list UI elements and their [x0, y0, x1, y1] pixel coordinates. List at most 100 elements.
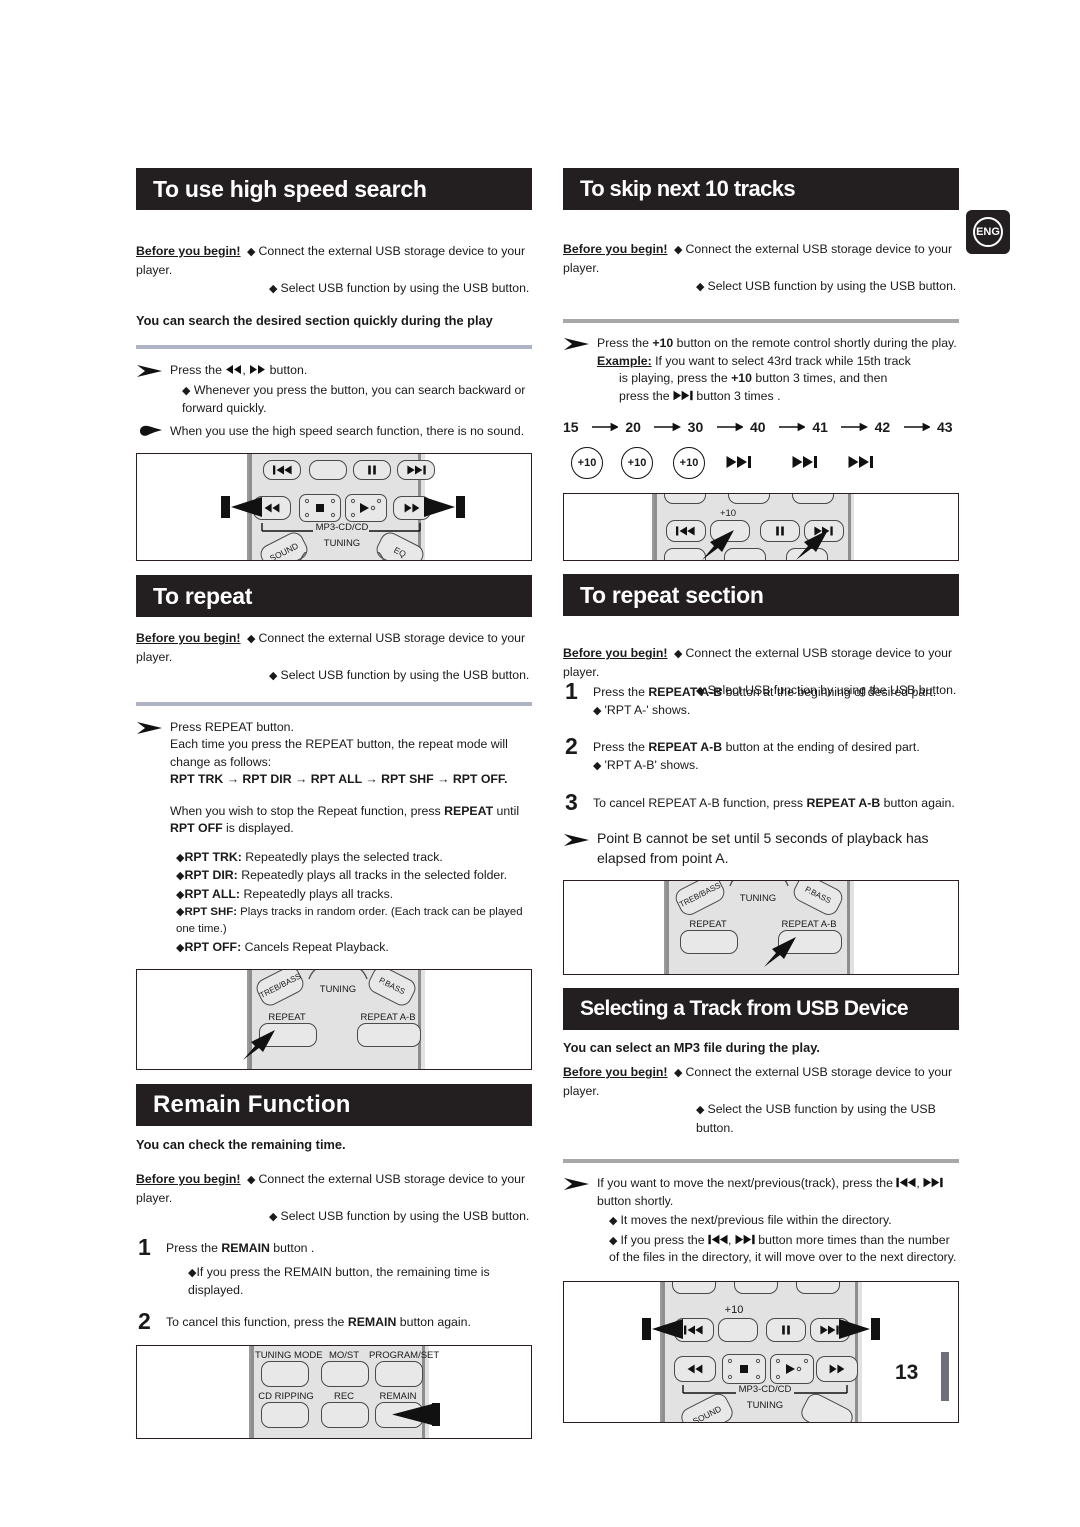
note-text: When you use the high speed search funct… — [170, 423, 525, 438]
chain-value: 43 — [936, 419, 953, 436]
language-badge-label: ENG — [973, 217, 1003, 247]
step-number: 2 — [565, 733, 578, 760]
remote-program-set-button — [375, 1360, 423, 1387]
arrow-right-icon — [716, 422, 743, 432]
remote-plus10-button — [309, 460, 347, 481]
example-d: button 3 times, and then — [751, 371, 888, 386]
arrow-bullet-icon — [137, 365, 162, 378]
chain-value: 40 — [749, 419, 766, 436]
chain-value: 41 — [812, 419, 828, 436]
arrow-bullet-icon — [564, 834, 589, 847]
step-repeat-section-3: 3 To cancel REPEAT A-B function, press R… — [563, 789, 959, 815]
tuning-dial — [729, 881, 789, 887]
before-line-2: Select USB function by using the USB but… — [280, 668, 530, 683]
remote-caption-mo-st: MO/ST — [328, 1349, 360, 1361]
instruction-skip-10: Press the +10 button on the remote contr… — [563, 335, 959, 405]
step-c: button at the ending of desired part. — [722, 740, 920, 755]
rewind-icon — [687, 1364, 703, 1374]
step2-c: button again. — [396, 1315, 471, 1330]
left-column: To use high speed search Before you begi… — [136, 168, 532, 1439]
stop-b: REPEAT — [444, 803, 494, 818]
pointer-right-icon — [839, 1317, 880, 1340]
remote-repeat-button — [680, 930, 738, 955]
example-c: +10 — [731, 371, 752, 386]
remote-play-button — [345, 494, 387, 523]
before-you-begin-label: Before you begin! — [563, 1065, 668, 1080]
step-repeat-section-1: 1 Press the REPEAT A-B button at the beg… — [565, 677, 937, 717]
skip-prev-icon — [896, 1177, 916, 1188]
pointer-left-icon — [221, 496, 262, 519]
remote-caption-mp3: MP3-CD/CD — [738, 1383, 792, 1395]
before-you-begin-label: Before you begin! — [563, 646, 668, 661]
remote-caption-tuning-mode: TUNING MODE — [255, 1349, 323, 1361]
repeat-line-1: Press REPEAT button. — [170, 719, 294, 734]
arrow-bullet-icon — [137, 721, 162, 734]
remote-top-button-3 — [796, 1281, 840, 1294]
chain-value: 42 — [874, 419, 891, 436]
plus10-circle: +10 — [621, 447, 653, 480]
fast-forward-icon — [250, 365, 266, 375]
remote-caption-program-set: PROGRAM/SET — [369, 1349, 440, 1361]
section-title-select-track-usb: Selecting a Track from USB Device — [563, 988, 959, 1031]
note-high-speed-search: When you use the high speed search funct… — [136, 423, 532, 440]
arrow-bullet-icon — [564, 338, 589, 351]
remote-illustration-repeat: TREB/BASS TUNING P.BASS REPEAT REPEAT A-… — [136, 969, 532, 1071]
instruction-select-track: If you want to move the next/previous(tr… — [563, 1175, 959, 1267]
pointer-diagonal-icon — [702, 530, 734, 561]
mode-name: RPT OFF: — [184, 940, 242, 955]
select-bullet-2a: If you press the — [620, 1232, 705, 1247]
section-title-remain-function: Remain Function — [136, 1084, 532, 1127]
remote-top-button-1 — [664, 494, 706, 505]
skip-line-c: button on the remote control shortly dur… — [673, 336, 957, 351]
rewind-icon — [264, 503, 280, 513]
before-you-begin-to-repeat: Before you begin! ◆ Connect the external… — [136, 631, 530, 683]
stop-icon — [304, 499, 336, 518]
list-item: ◆RPT DIR: Repeatedly plays all tracks in… — [176, 868, 508, 883]
remote-mo-st-button — [321, 1360, 369, 1387]
pointer-left-icon — [392, 1402, 440, 1426]
before-you-begin-remain: Before you begin! ◆ Connect the external… — [136, 1172, 530, 1224]
plus10-circle: +10 — [571, 447, 603, 480]
mode-desc: Repeatedly plays all tracks in the selec… — [241, 868, 508, 883]
skip-line-b: +10 — [652, 336, 674, 351]
before-line-2: Select USB function by using the USB but… — [707, 278, 957, 293]
note-text: Point B cannot be set until 5 seconds of… — [597, 830, 929, 866]
repeat-line-2: Each time you press the REPEAT button, t… — [170, 737, 508, 769]
step-a: To cancel REPEAT A-B function, press — [593, 796, 807, 811]
before-you-begin-label: Before you begin! — [136, 631, 241, 646]
skip-next-icon — [407, 465, 426, 475]
pause-icon — [776, 526, 784, 536]
remote-caption-repeat-ab: REPEAT A-B — [360, 1012, 416, 1024]
chain-value: 15 — [563, 419, 579, 436]
manual-page: ENG To use high speed search Before you … — [0, 0, 1080, 1527]
repeat-modes-list: ◆RPT TRK: Repeatedly plays the selected … — [136, 848, 532, 958]
before-you-begin-skip-10: Before you begin! ◆ Connect the external… — [563, 242, 957, 293]
section-title-high-speed-search: To use high speed search — [136, 168, 532, 210]
remote-illustration-high-speed-search: MP3-CD/CD SOUND TUNING EQ — [136, 453, 532, 562]
remote-caption-repeat: REPEAT — [268, 1012, 306, 1024]
skip-prev-icon — [676, 526, 695, 536]
before-you-begin-label: Before you begin! — [563, 242, 668, 256]
section-title-repeat-section: To repeat section — [563, 574, 959, 617]
remote-top-button-3 — [792, 494, 834, 505]
skip-next-icon — [848, 456, 873, 469]
example-f: button 3 times . — [693, 388, 781, 403]
arrow-right-icon — [778, 422, 806, 432]
list-item: ◆RPT ALL: Repeatedly plays all tracks. — [176, 887, 394, 901]
lead-high-speed-search: You can search the desired section quick… — [136, 313, 493, 329]
step1-b: REMAIN — [221, 1240, 270, 1255]
instruction-high-speed-search: Press the , button. ◆ Whenever you press… — [136, 362, 532, 417]
button-word: button. — [269, 363, 308, 378]
arrow-right-icon — [592, 422, 619, 432]
step-b: REPEAT A-B — [648, 740, 723, 755]
remote-caption-repeat: REPEAT — [689, 919, 727, 931]
remote-caption-tuning: TUNING — [746, 1399, 784, 1411]
pause-icon — [782, 1325, 790, 1335]
pointer-left-icon — [642, 1317, 683, 1340]
example-a: If you want to select 43rd track while 1… — [651, 353, 911, 368]
select-line-b: button shortly. — [597, 1193, 674, 1208]
example-e: press the — [619, 388, 673, 403]
example-b: is playing, press the — [619, 371, 732, 386]
step1-bullet: If you press the REMAIN button, the rema… — [188, 1265, 490, 1298]
chain-value: 30 — [687, 419, 704, 436]
